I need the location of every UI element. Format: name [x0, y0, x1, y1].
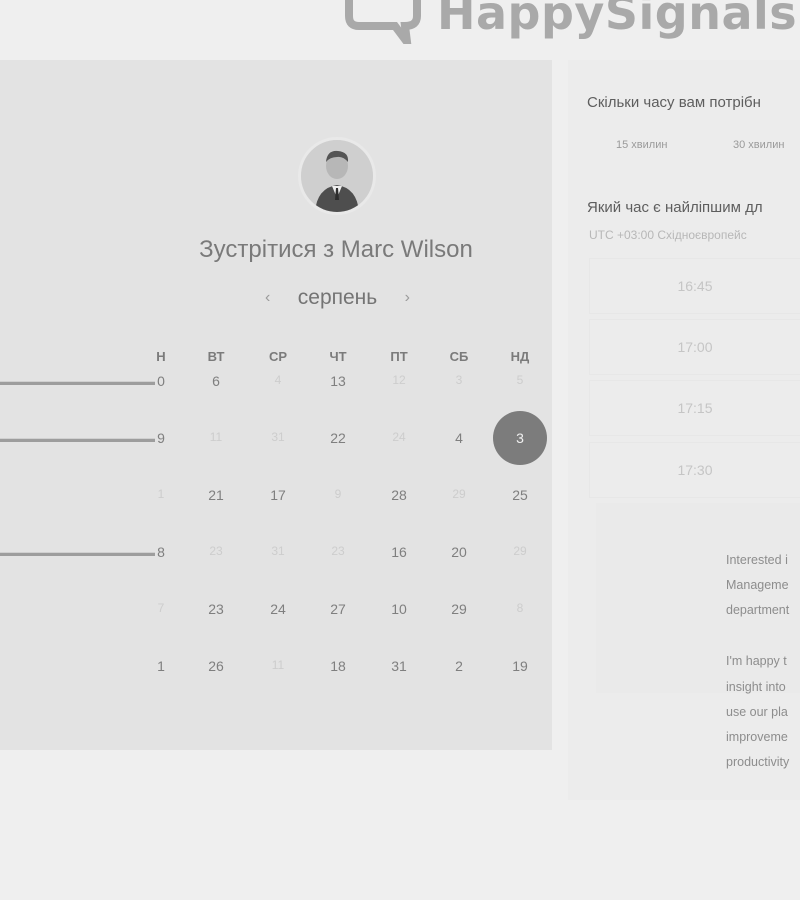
calendar-day[interactable]: 16: [379, 544, 419, 560]
time-slot[interactable]: 17:30: [590, 443, 800, 497]
time-question: Який час є найліпшим дл: [587, 199, 763, 216]
time-slot[interactable]: 17:00: [590, 320, 800, 374]
speech-bubble-icon: [345, 0, 421, 44]
timezone-label[interactable]: UTC +03:00 Східноєвропейс: [589, 228, 747, 242]
calendar-day: 23: [209, 544, 223, 558]
calendar-day[interactable]: 10: [379, 601, 419, 617]
duration-option-30[interactable]: 30 хвилин: [733, 139, 784, 151]
info-text-line: improveme: [726, 730, 788, 744]
weekday-label: ВТ: [207, 349, 225, 364]
calendar-day[interactable]: 18: [318, 658, 358, 674]
calendar-day[interactable]: 24: [258, 601, 298, 617]
calendar-day[interactable]: 21: [196, 487, 236, 503]
weekday-label: СБ: [449, 349, 469, 364]
weekday-label: ЧТ: [329, 349, 347, 364]
calendar-day: 3: [455, 373, 463, 387]
calendar-day: 8: [516, 601, 524, 615]
calendar-day[interactable]: 1: [141, 658, 181, 674]
calendar-day: 12: [392, 373, 406, 387]
weekday-label: СР: [268, 349, 288, 364]
brand-name: HappySignals: [437, 0, 798, 40]
calendar-day[interactable]: 22: [318, 430, 358, 446]
calendar-day: 29: [452, 487, 466, 501]
calendar-day[interactable]: 27: [318, 601, 358, 617]
info-text-line: insight into: [726, 680, 786, 694]
weekday-label: НД: [510, 349, 530, 364]
calendar-day: 24: [392, 430, 406, 444]
calendar-day: 1: [157, 487, 165, 501]
weekday-label: ПТ: [390, 349, 408, 364]
calendar-day: 5: [516, 373, 524, 387]
calendar-day[interactable]: 28: [379, 487, 419, 503]
info-text-line: use our pla: [726, 705, 788, 719]
calendar-day[interactable]: 20: [439, 544, 479, 560]
calendar-day: 11: [271, 658, 285, 672]
info-text-line: productivity: [726, 755, 790, 769]
info-text-line: I'm happy t: [726, 654, 787, 668]
calendar-day[interactable]: 25: [500, 487, 540, 503]
calendar-day: 29: [513, 544, 527, 558]
calendar-day: 31: [271, 430, 285, 444]
time-slot[interactable]: 16:45: [590, 259, 800, 313]
brand-logo: HappySignals: [345, 0, 797, 48]
chevron-right-icon[interactable]: ›: [405, 289, 410, 307]
calendar-day[interactable]: 26: [196, 658, 236, 674]
calendar-day[interactable]: 23: [196, 601, 236, 617]
avatar: [298, 137, 376, 215]
info-text-line: Manageme: [726, 578, 789, 592]
calendar-day: 23: [331, 544, 345, 558]
calendar-day[interactable]: 4: [439, 430, 479, 446]
calendar-day[interactable]: 2: [439, 658, 479, 674]
calendar-day: 31: [271, 544, 285, 558]
selected-day[interactable]: 3: [493, 411, 547, 465]
calendar-day: 11: [209, 430, 223, 444]
time-slot[interactable]: 17:15: [590, 381, 800, 435]
calendar-day[interactable]: 17: [258, 487, 298, 503]
info-text-line: Interested i: [726, 553, 788, 567]
calendar-day[interactable]: 9: [141, 430, 181, 446]
calendar-day[interactable]: 8: [141, 544, 181, 560]
calendar-day[interactable]: 31: [379, 658, 419, 674]
calendar-day[interactable]: 29: [439, 601, 479, 617]
calendar-day[interactable]: 13: [318, 373, 358, 389]
calendar-day: 4: [274, 373, 282, 387]
info-text-line: department: [726, 603, 790, 617]
month-label: серпень: [297, 286, 378, 309]
calendar-panel: [0, 60, 552, 750]
calendar-day[interactable]: 6: [196, 373, 236, 389]
month-navigation: ‹ серпень ›: [265, 286, 410, 310]
calendar-day: 7: [157, 601, 165, 615]
chevron-left-icon[interactable]: ‹: [265, 289, 270, 307]
calendar-day[interactable]: 19: [500, 658, 540, 674]
calendar-day[interactable]: 0: [141, 373, 181, 389]
weekday-label: Н: [156, 349, 166, 364]
duration-question: Скільки часу вам потрібн: [587, 94, 761, 111]
calendar-day: 9: [334, 487, 342, 501]
duration-option-15[interactable]: 15 хвилин: [616, 139, 667, 151]
